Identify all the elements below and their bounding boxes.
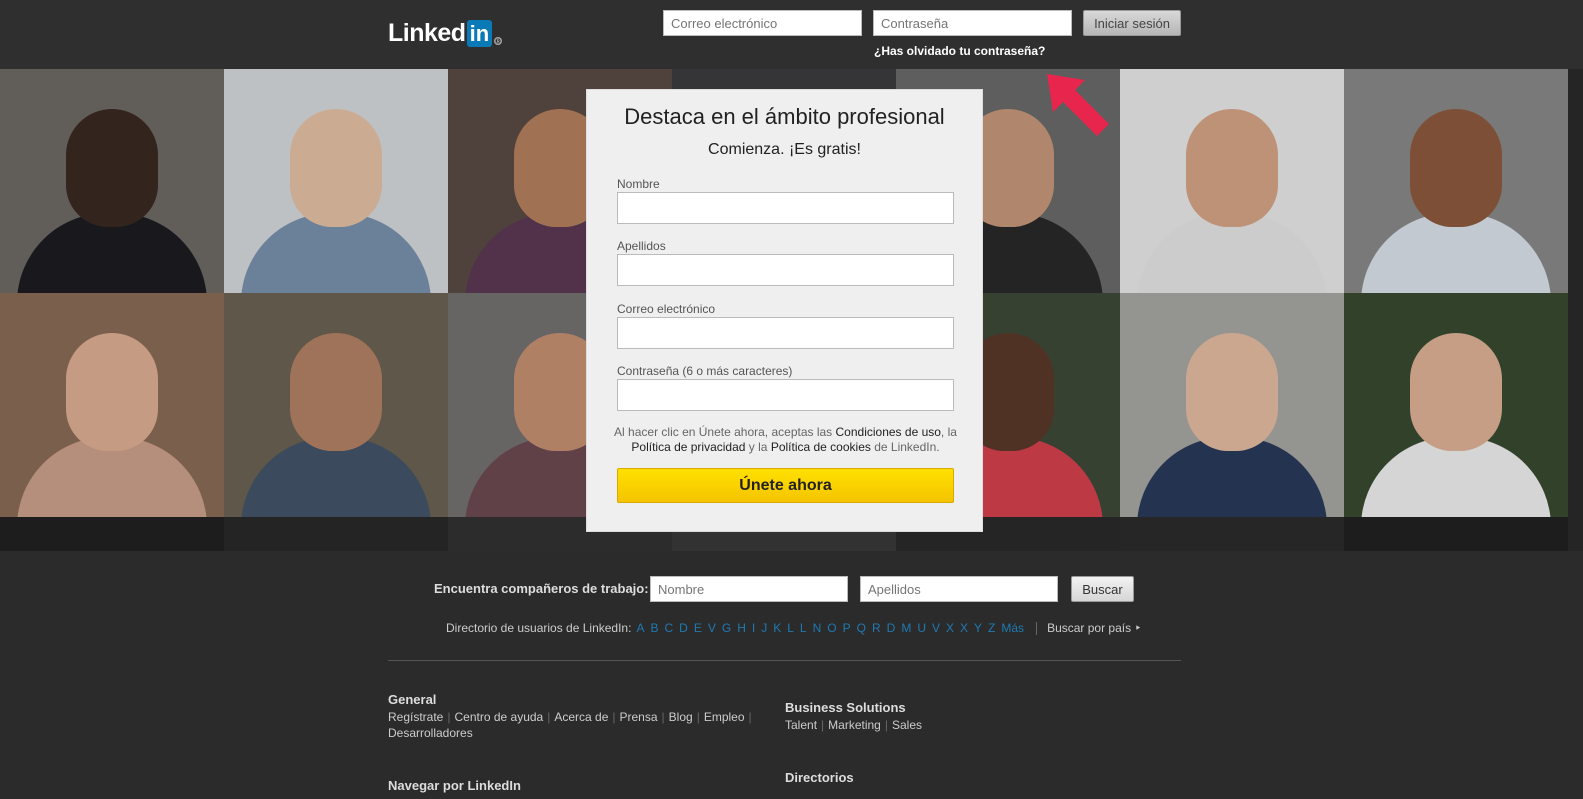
email-field[interactable] — [617, 317, 954, 349]
footer-general-title: General — [388, 692, 437, 707]
footer-general-links: Regístrate | Centro de ayuda | Acerca de | Pre… — [388, 709, 768, 741]
terms-mid2: y la — [745, 440, 771, 454]
arrow-icon — [1047, 74, 1109, 136]
password-field[interactable] — [617, 379, 954, 411]
footer-link[interactable]: Prensa — [620, 710, 658, 724]
footer-business-title: Business Solutions — [785, 700, 906, 715]
footer-link[interactable]: Marketing — [828, 718, 881, 732]
login-button[interactable]: Iniciar sesión — [1083, 10, 1181, 36]
directory-letter-link[interactable]: P — [843, 621, 851, 635]
top-header: Linked in ® Iniciar sesión ¿Has olvidado… — [0, 0, 1583, 69]
join-now-button[interactable]: Únete ahora — [617, 468, 954, 503]
general-links-row-2: Desarrolladores — [388, 725, 768, 741]
terms-suffix: de LinkedIn. — [870, 440, 940, 454]
footer-link[interactable]: Sales — [892, 718, 922, 732]
directory-letter-link[interactable]: J — [761, 621, 767, 635]
directory-letter-link[interactable]: L — [800, 621, 807, 635]
directory-letter-link[interactable]: V — [932, 621, 940, 635]
search-button[interactable]: Buscar — [1071, 576, 1134, 602]
footer-link[interactable]: Talent — [785, 718, 817, 732]
login-email-field[interactable] — [663, 10, 862, 36]
footer-separator: | — [447, 710, 451, 724]
directory-letter-link[interactable]: I — [752, 621, 755, 635]
signup-subtitle: Comienza. ¡Es gratis! — [708, 141, 861, 158]
footer-separator: | — [696, 710, 700, 724]
search-by-country-link[interactable]: Buscar por país ‣ — [1047, 621, 1141, 635]
footer-separator: | — [748, 710, 752, 724]
footer-divider — [388, 660, 1181, 661]
last-name-label: Apellidos — [617, 239, 666, 253]
directory-letter-link[interactable]: Y — [974, 621, 982, 635]
directory-letter-link[interactable]: G — [722, 621, 731, 635]
directory-letter-link[interactable]: E — [694, 621, 702, 635]
linkedin-logo[interactable]: Linked in ® — [388, 18, 503, 47]
privacy-link[interactable]: Política de privacidad — [631, 440, 745, 454]
footer-separator: | — [547, 710, 551, 724]
directory-letter-link[interactable]: Q — [857, 621, 866, 635]
directory-letter-link[interactable]: K — [773, 621, 781, 635]
footer-link[interactable]: Acerca de — [554, 710, 608, 724]
last-name-field[interactable] — [617, 254, 954, 286]
first-name-field[interactable] — [617, 192, 954, 224]
email-label: Correo electrónico — [617, 302, 716, 316]
member-directory: Directorio de usuarios de LinkedIn: ABCD… — [446, 621, 1142, 635]
login-password-field[interactable] — [873, 10, 1072, 36]
directory-letter-link[interactable]: N — [813, 621, 822, 635]
terms-text: Al hacer clic en Únete ahora, aceptas la… — [607, 425, 964, 455]
terms-mid1: , la — [940, 425, 957, 439]
directory-divider — [1036, 621, 1038, 635]
footer-separator: | — [821, 718, 825, 732]
logo-in-badge: in — [466, 19, 493, 47]
footer-link[interactable]: Regístrate — [388, 710, 443, 724]
find-colleagues-label: Encuentra compañeros de trabajo: — [434, 581, 649, 596]
footer-link[interactable]: Desarrolladores — [388, 726, 473, 740]
terms-link[interactable]: Condiciones de uso — [836, 425, 941, 439]
registered-mark: ® — [494, 37, 503, 46]
directory-label: Directorio de usuarios de LinkedIn: — [446, 621, 632, 635]
footer-link[interactable]: Blog — [669, 710, 693, 724]
directory-letter-link[interactable]: U — [917, 621, 926, 635]
directory-letter-link[interactable]: D — [679, 621, 688, 635]
footer-separator: | — [884, 718, 888, 732]
directory-letter-link[interactable]: Más — [1001, 621, 1024, 635]
directory-letter-link[interactable]: H — [737, 621, 746, 635]
footer-link[interactable]: Centro de ayuda — [454, 710, 543, 724]
footer-link[interactable]: Empleo — [704, 710, 745, 724]
footer-directories-title: Directorios — [785, 770, 854, 785]
directory-letter-link[interactable]: C — [664, 621, 673, 635]
directory-letter-link[interactable]: X — [946, 621, 954, 635]
directory-letter-link[interactable]: O — [827, 621, 836, 635]
forgot-password-link[interactable]: ¿Has olvidado tu contraseña? — [874, 44, 1045, 58]
directory-letter-link[interactable]: D — [887, 621, 896, 635]
footer-separator: | — [612, 710, 616, 724]
general-links-row: Regístrate | Centro de ayuda | Acerca de | Pre… — [388, 709, 768, 725]
directory-letter-link[interactable]: M — [901, 621, 911, 635]
first-name-label: Nombre — [617, 177, 660, 191]
signup-title: Destaca en el ámbito profesional — [624, 104, 945, 129]
signup-panel: Destaca en el ámbito profesional Comienz… — [586, 89, 983, 532]
directory-letter-link[interactable]: R — [872, 621, 881, 635]
directory-letter-link[interactable]: B — [650, 621, 658, 635]
directory-letter-link[interactable]: X — [960, 621, 968, 635]
footer-separator: | — [661, 710, 665, 724]
footer-browse-title: Navegar por LinkedIn — [388, 778, 521, 793]
find-last-name-field[interactable] — [860, 576, 1058, 602]
directory-letter-link[interactable]: A — [636, 621, 644, 635]
directory-letter-link[interactable]: Z — [988, 621, 995, 635]
cookies-link[interactable]: Política de cookies — [771, 440, 871, 454]
terms-prefix: Al hacer clic en Únete ahora, aceptas la… — [614, 425, 836, 439]
directory-letter-link[interactable]: V — [708, 621, 716, 635]
business-links-row: Talent | Marketing | Sales — [785, 717, 922, 733]
directory-letters: A B C D E V G H I J K L L N O P Q R D M U V X X Y Z Más — [636, 621, 1030, 635]
footer-business-links: Talent | Marketing | Sales — [785, 717, 922, 733]
find-first-name-field[interactable] — [650, 576, 848, 602]
directory-letter-link[interactable]: L — [787, 621, 794, 635]
logo-text: Linked — [388, 18, 466, 47]
password-label: Contraseña (6 o más caracteres) — [617, 364, 793, 378]
